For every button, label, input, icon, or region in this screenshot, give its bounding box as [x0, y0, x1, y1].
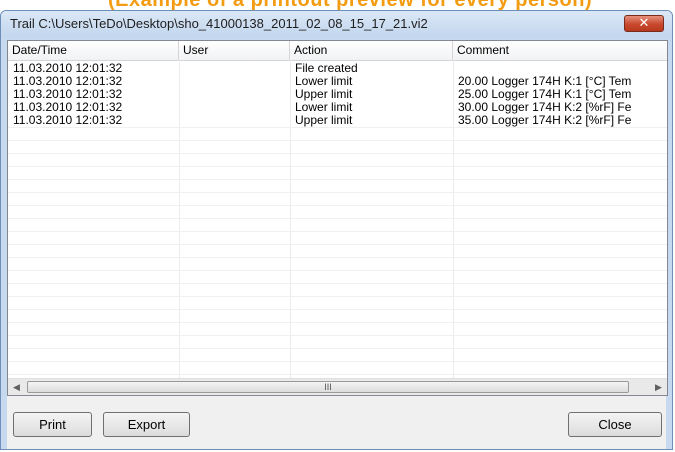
list-header: Date/Time User Action Comment — [8, 41, 667, 61]
row-divider — [8, 361, 667, 362]
export-button[interactable]: Export — [103, 412, 190, 437]
scroll-left-arrow-icon[interactable]: ◀ — [8, 379, 25, 395]
cell-user — [179, 114, 290, 127]
cell-datetime: 11.03.2010 12:01:32 — [13, 101, 123, 114]
table-row[interactable]: 11.03.2010 12:01:32 Lower limit 20.00 Lo… — [8, 75, 667, 88]
row-divider — [8, 270, 667, 271]
cell-datetime: 11.03.2010 12:01:32 — [13, 88, 123, 101]
dialog-client-area: Date/Time User Action Comment 11.03.2010… — [7, 40, 668, 449]
horizontal-scrollbar[interactable]: ◀ III ▶ — [8, 378, 667, 395]
cell-comment: 20.00 Logger 174H K:1 [°C] Tem — [458, 75, 632, 88]
row-divider — [8, 140, 667, 141]
cell-datetime: 11.03.2010 12:01:32 — [13, 62, 123, 75]
row-divider — [8, 309, 667, 310]
cell-comment: 30.00 Logger 174H K:2 [%rF] Fe — [458, 101, 632, 114]
row-divider — [8, 153, 667, 154]
cell-user — [179, 88, 290, 101]
row-divider — [8, 244, 667, 245]
row-divider — [8, 374, 667, 375]
table-row[interactable]: 11.03.2010 12:01:32 Upper limit 35.00 Lo… — [8, 114, 667, 127]
cell-action: Upper limit — [295, 88, 353, 101]
close-icon: ✕ — [638, 15, 650, 30]
cell-user — [179, 62, 290, 75]
cell-comment — [453, 62, 667, 75]
column-header-action[interactable]: Action — [290, 41, 453, 60]
scrollbar-grip-icon: III — [324, 382, 332, 392]
print-button[interactable]: Print — [13, 412, 92, 437]
column-header-comment[interactable]: Comment — [453, 41, 667, 60]
row-divider — [8, 127, 667, 128]
row-divider — [8, 322, 667, 323]
row-divider — [8, 296, 667, 297]
row-divider — [8, 218, 667, 219]
row-divider — [8, 257, 667, 258]
window-title: Trail C:\Users\TeDo\Desktop\sho_41000138… — [10, 16, 428, 31]
scrollbar-thumb[interactable]: III — [27, 381, 629, 393]
close-window-button[interactable]: ✕ — [624, 15, 664, 32]
cell-comment: 25.00 Logger 174H K:1 [°C] Tem — [458, 88, 632, 101]
row-divider — [8, 192, 667, 193]
row-divider — [8, 205, 667, 206]
cell-action: File created — [295, 62, 358, 75]
title-bar[interactable]: Trail C:\Users\TeDo\Desktop\sho_41000138… — [1, 11, 672, 37]
cell-user — [179, 101, 290, 114]
close-button[interactable]: Close — [568, 412, 662, 437]
row-divider — [8, 348, 667, 349]
row-divider — [8, 179, 667, 180]
table-row[interactable]: 11.03.2010 12:01:32 Upper limit 25.00 Lo… — [8, 88, 667, 101]
table-row[interactable]: 11.03.2010 12:01:32 Lower limit 30.00 Lo… — [8, 101, 667, 114]
row-divider — [8, 231, 667, 232]
scroll-right-arrow-icon[interactable]: ▶ — [650, 379, 667, 395]
trail-list[interactable]: Date/Time User Action Comment 11.03.2010… — [7, 40, 668, 396]
cell-datetime: 11.03.2010 12:01:32 — [13, 114, 123, 127]
cell-action: Lower limit — [295, 75, 353, 88]
row-divider — [8, 335, 667, 336]
column-header-user[interactable]: User — [179, 41, 290, 60]
row-divider — [8, 283, 667, 284]
trail-dialog: Trail C:\Users\TeDo\Desktop\sho_41000138… — [0, 10, 673, 450]
cell-comment: 35.00 Logger 174H K:2 [%rF] Fe — [458, 114, 632, 127]
column-header-datetime[interactable]: Date/Time — [8, 41, 179, 60]
cell-action: Upper limit — [295, 114, 353, 127]
cell-action: Lower limit — [295, 101, 353, 114]
cell-datetime: 11.03.2010 12:01:32 — [13, 75, 123, 88]
table-row[interactable]: 11.03.2010 12:01:32 File created — [8, 62, 667, 75]
row-divider — [8, 166, 667, 167]
cell-user — [179, 75, 290, 88]
